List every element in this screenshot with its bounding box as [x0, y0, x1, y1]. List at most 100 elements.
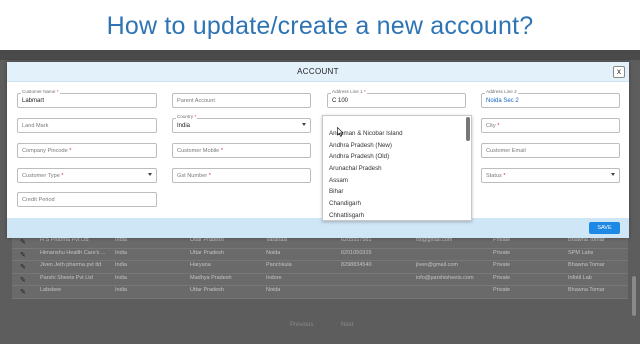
slide-title: How to update/create a new account? [106, 12, 534, 40]
mouse-pointer-icon [337, 127, 344, 137]
account-modal: ACCOUNT x Customer Name * Labmart Parent… [7, 62, 629, 238]
table-cell: 8298834540 [341, 262, 372, 268]
state-option[interactable]: Chhattisgarh [323, 210, 471, 220]
required-mark: * [69, 148, 72, 154]
customer-email-field[interactable]: Customer Email [481, 143, 620, 158]
table-cell: jiven@gmail.com [416, 262, 458, 268]
table-cell: Parshi Sheets Pvt Ltd [40, 274, 93, 281]
state-option[interactable]: Assam [323, 175, 471, 187]
parent-account-placeholder: Parent Account [177, 98, 215, 104]
credit-period-placeholder: Credit Period [22, 197, 55, 203]
edit-icon[interactable]: ✎ [20, 251, 26, 259]
chevron-down-icon [302, 123, 306, 126]
table-row[interactable]: ✎ Parshi Sheets Pvt Ltd India Madhya Prades… [12, 274, 628, 286]
gst-number-field[interactable]: Gst Number * [172, 168, 311, 183]
chevron-down-icon [148, 173, 152, 176]
modal-title: ACCOUNT [297, 67, 339, 76]
table-cell: Himanshu Health Care's ... [40, 249, 106, 256]
required-mark: * [61, 173, 64, 179]
state-dropdown-list[interactable]: Andaman & Nicobar Island Andhra Pradesh (… [322, 115, 472, 221]
accounts-table: ✎ H S Pharma Pvt Ltd India Uttar Pradesh Var… [12, 236, 628, 299]
table-cell: Uttar Pradesh [190, 249, 224, 256]
land-mark-placeholder: Land Mark [22, 123, 49, 129]
table-cell: Labsbee [40, 287, 62, 293]
state-option[interactable]: Arunachal Pradesh [323, 163, 471, 175]
state-option[interactable]: Bihar [323, 186, 471, 198]
app-top-bar [0, 50, 640, 60]
required-mark: * [220, 148, 224, 154]
modal-header: ACCOUNT x [7, 62, 629, 82]
credit-period-field[interactable]: Credit Period [17, 192, 157, 207]
land-mark-field[interactable]: Land Mark [17, 118, 157, 133]
edit-icon[interactable]: ✎ [20, 263, 26, 271]
table-cell: 6201050315 [341, 249, 372, 256]
table-cell: Infotil Lab [568, 274, 592, 281]
close-button[interactable]: x [613, 66, 625, 78]
company-pincode-placeholder: Company Pincode [22, 148, 68, 154]
table-cell: Jiven Jeth pharma pvt ltd [40, 262, 102, 268]
table-cell: Panchkula [266, 262, 292, 268]
edit-icon[interactable]: ✎ [20, 288, 26, 296]
table-row[interactable]: ✎ Labsbee India Uttar Pradesh Noida Private Bh… [12, 286, 628, 299]
customer-name-field[interactable]: Customer Name * Labmart [17, 89, 157, 108]
table-cell: Private [493, 262, 511, 268]
table-cell: Uttar Pradesh [190, 287, 224, 293]
table-cell: Haryana [190, 262, 211, 268]
table-pager: Previous Next [290, 322, 379, 328]
address-line-2-label: Address Line 2 [485, 89, 518, 94]
state-option[interactable]: Andhra Pradesh (New) [323, 140, 471, 152]
table-row[interactable]: ✎ Himanshu Health Care's ... India Uttar Pr… [12, 249, 628, 261]
state-option[interactable]: Andaman & Nicobar Island [323, 128, 471, 140]
address-line-1-label: Address Line 1 [332, 89, 363, 94]
customer-type-placeholder: Customer Type [22, 173, 60, 179]
chevron-down-icon [611, 173, 615, 176]
required-mark: * [503, 173, 506, 179]
status-select[interactable]: Status * [481, 168, 620, 183]
edit-icon[interactable]: ✎ [20, 238, 26, 246]
address-line-2-value: Noida Sec 2 [486, 98, 519, 104]
required-mark: * [194, 114, 197, 119]
customer-email-placeholder: Customer Email [486, 148, 526, 154]
state-option[interactable]: Chandigarh [323, 198, 471, 210]
save-button[interactable]: SAVE [589, 222, 620, 234]
city-placeholder: City [486, 123, 496, 129]
country-label: Country [177, 114, 194, 119]
table-scrollbar[interactable] [632, 276, 636, 316]
table-cell: Indore [266, 274, 282, 281]
customer-name-value: Labmart [22, 98, 45, 104]
table-cell: Private [493, 249, 511, 256]
next-page-link[interactable]: Next [341, 322, 353, 328]
company-pincode-field[interactable]: Company Pincode * [17, 143, 157, 158]
table-cell: Private [493, 274, 511, 281]
table-cell: Bhawna Tomar [568, 287, 605, 293]
required-mark: * [56, 89, 59, 94]
edit-icon[interactable]: ✎ [20, 276, 26, 284]
dropdown-scrollbar[interactable] [466, 117, 470, 141]
address-line-1-field[interactable]: Address Line 1 * C 100 [327, 89, 466, 108]
table-cell: India [115, 262, 127, 268]
table-cell: Noida [266, 249, 281, 256]
table-cell: SPM Labs [568, 249, 594, 256]
required-mark: * [497, 123, 500, 129]
table-cell: India [115, 287, 127, 293]
customer-type-select[interactable]: Customer Type * [17, 168, 157, 183]
table-cell: Madhya Pradesh [190, 274, 232, 281]
table-cell: Bhawna Tomar [568, 262, 605, 268]
city-field[interactable]: City * [481, 118, 620, 133]
address-line-1-value: C 100 [332, 98, 349, 104]
table-cell: India [115, 249, 127, 256]
modal-footer: SAVE [7, 218, 629, 238]
customer-mobile-field[interactable]: Customer Mobile * [172, 143, 311, 158]
previous-page-link[interactable]: Previous [290, 322, 313, 328]
customer-name-label: Customer Name [22, 89, 56, 94]
parent-account-field[interactable]: Parent Account [172, 93, 311, 108]
table-cell: Noida [266, 287, 281, 293]
country-select[interactable]: Country * India [172, 114, 311, 133]
address-line-2-field[interactable]: Address Line 2 Noida Sec 2 [481, 89, 620, 108]
table-cell: info@parshisheets.com [416, 274, 474, 281]
required-mark: * [363, 89, 366, 94]
table-row[interactable]: ✎ Jiven Jeth pharma pvt ltd India Haryana Pa… [12, 261, 628, 274]
table-cell: Private [493, 287, 511, 293]
state-option[interactable]: Andhra Pradesh (Old) [323, 151, 471, 163]
table-cell: India [115, 274, 127, 281]
